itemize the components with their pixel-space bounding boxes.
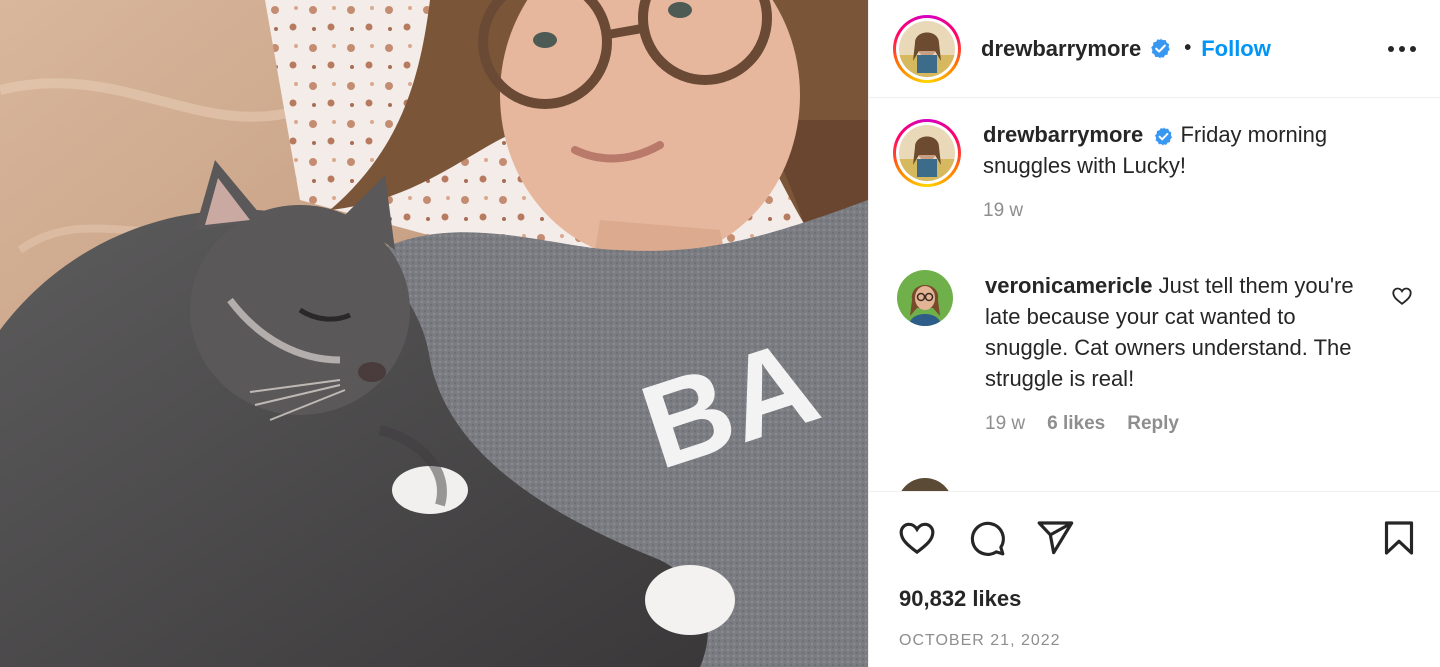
verified-badge-icon [1153,126,1174,147]
photo-illustration: BA [0,0,868,667]
comment-item: veronicamericle Just tell them you're la… [897,270,1427,439]
comment-likes[interactable]: 6 likes [1047,408,1105,439]
verified-badge-icon [1149,37,1172,60]
post-caption: drewbarrymore Friday morning snuggles wi… [893,119,1423,226]
instagram-post: BA drewbarrymore • Follow drewbarrymore … [0,0,1440,667]
share-icon[interactable] [1033,516,1077,560]
comment-age[interactable]: 19 w [985,408,1025,439]
comment-meta: 19 w 6 likes Reply [985,408,1365,439]
comments-list[interactable]: drewbarrymore Friday morning snuggles wi… [869,99,1440,491]
post-photo[interactable]: BA [0,0,868,667]
caption-username[interactable]: drewbarrymore [983,122,1143,147]
next-comment-avatar[interactable] [897,478,953,491]
author-username[interactable]: drewbarrymore [981,36,1141,62]
commenter-username[interactable]: veronicamericle [985,273,1153,298]
bookmark-icon[interactable] [1377,516,1421,560]
commenter-avatar[interactable] [897,270,953,326]
caption-avatar-image [899,125,955,181]
likes-count[interactable]: 90,832 likes [899,586,1021,612]
post-actions: 90,832 likes OCTOBER 21, 2022 [869,491,1440,667]
more-options-icon[interactable] [1385,32,1419,66]
header-separator: • [1184,37,1192,59]
caption-author-avatar[interactable] [893,119,961,187]
post-date[interactable]: OCTOBER 21, 2022 [899,632,1061,650]
author-avatar-image [899,20,955,77]
comment-icon[interactable] [965,516,1009,560]
follow-button[interactable]: Follow [1201,36,1271,62]
author-avatar[interactable] [893,14,961,83]
post-header: drewbarrymore • Follow [869,0,1440,98]
commenter-avatar-image [897,270,953,326]
caption-age[interactable]: 19 w [983,195,1403,226]
comment-like-heart-icon[interactable] [1391,285,1413,307]
post-side-panel: drewbarrymore • Follow drewbarrymore Fri… [868,0,1440,667]
heart-icon[interactable] [895,516,939,560]
comment-reply-button[interactable]: Reply [1127,408,1179,439]
